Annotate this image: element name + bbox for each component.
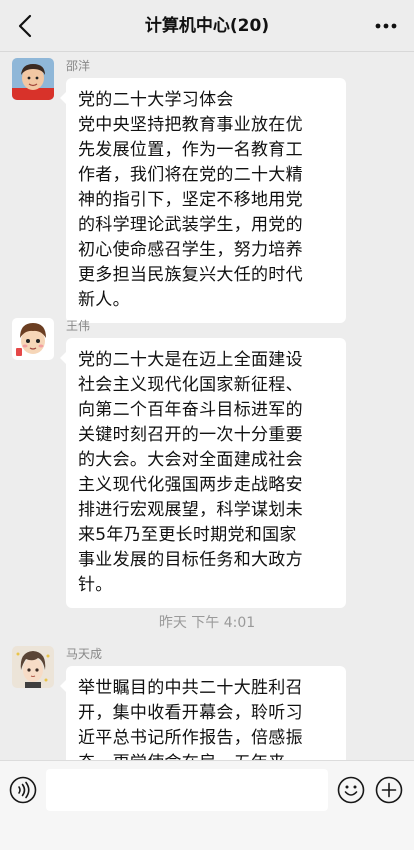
message-line: 来5年乃至更长时期党和国家: [78, 525, 297, 545]
message-line: 初心使命感召学生，努力培养: [78, 240, 303, 260]
message-line: 的科学理论武装学生，用党的: [78, 215, 303, 235]
message-line: 作者，我们将在党的二十大精: [78, 165, 303, 185]
message-line: 更多担当民族复兴大任的时代: [78, 265, 303, 285]
chat-message: 邵洋 党的二十大学习体会 党中央坚持把教育事业放在优 先发展位置，作为一名教育工…: [0, 58, 414, 323]
avatar[interactable]: [12, 318, 54, 360]
input-bar: [0, 760, 414, 850]
timestamp: 昨天 下午 4:01: [158, 615, 256, 631]
message-line: 向第二个百年奋斗目标进军的: [78, 400, 303, 420]
message-line: 关键时刻召开的一次十分重要: [78, 425, 303, 445]
message-bubble[interactable]: 党的二十大是在迈上全面建设 社会主义现代化国家新征程、 向第二个百年奋斗目标进军…: [60, 338, 346, 608]
message-line: 举世瞩目的中共二十大胜利召: [78, 678, 303, 698]
message-line: 党中央坚持把教育事业放在优: [78, 115, 303, 135]
cartoon-avatar: [12, 318, 54, 360]
more-dots-icon: [375, 23, 397, 29]
plus-icon: [375, 776, 403, 804]
message-line: 党的二十大学习体会: [78, 90, 234, 110]
message-line: 党的二十大是在迈上全面建设: [78, 350, 303, 370]
message-line: 事业发展的目标任务和大政方: [78, 550, 303, 570]
emoji-icon: [337, 776, 365, 804]
message-line: 排进行宏观展望，科学谋划未: [78, 500, 303, 520]
voice-button[interactable]: [8, 775, 38, 805]
avatar[interactable]: [12, 58, 54, 100]
message-line: 神的指引下，坚定不移地用党: [78, 190, 303, 210]
more-button[interactable]: [372, 12, 400, 40]
page-title: 计算机中心(20): [144, 16, 270, 36]
message-line: 开，集中收看开幕会，聆听习: [78, 703, 303, 723]
chat-list[interactable]: 邵洋 党的二十大学习体会 党中央坚持把教育事业放在优 先发展位置，作为一名教育工…: [0, 52, 414, 760]
message-bubble[interactable]: 举世瞩目的中共二十大胜利召 开，集中收看开幕会，聆听习 近平总书记所作报告，倍感…: [60, 666, 346, 760]
sender-name: 邵洋: [66, 59, 91, 73]
message-line: 的大会。大会对全面建成社会: [78, 450, 303, 470]
message-line: 主义现代化强国两步走战略安: [78, 475, 303, 495]
chat-message: 王伟 党的二十大是在迈上全面建设 社会主义现代化国家新征程、 向第二个百年奋斗目…: [0, 318, 414, 608]
voice-icon: [9, 776, 37, 804]
message-line: 针。: [78, 575, 113, 595]
chat-message: 马天成 举世瞩目的中共二十大胜利召 开，集中收看开幕会，聆听习 近平总书记所作报…: [0, 646, 414, 760]
sender-name: 马天成: [66, 647, 103, 661]
chat-header: 计算机中心(20): [0, 0, 414, 52]
message-line: 近平总书记所作报告，倍感振: [78, 728, 303, 748]
more-functions-button[interactable]: [374, 775, 404, 805]
sender-name: 王伟: [66, 319, 91, 333]
anime-portrait-avatar: [12, 646, 54, 688]
message-bubble[interactable]: 党的二十大学习体会 党中央坚持把教育事业放在优 先发展位置，作为一名教育工 作者…: [60, 78, 346, 323]
emoji-button[interactable]: [336, 775, 366, 805]
message-input[interactable]: [46, 769, 328, 811]
back-button[interactable]: [10, 10, 42, 42]
message-line: 奋，更觉使命在肩。五年来: [78, 751, 334, 760]
message-line: 新人。: [78, 290, 130, 310]
child-photo-avatar: [12, 58, 54, 100]
message-line: 社会主义现代化国家新征程、: [78, 375, 303, 395]
chevron-left-icon: [18, 14, 32, 38]
avatar[interactable]: [12, 646, 54, 688]
message-line: 先发展位置，作为一名教育工: [78, 140, 303, 160]
